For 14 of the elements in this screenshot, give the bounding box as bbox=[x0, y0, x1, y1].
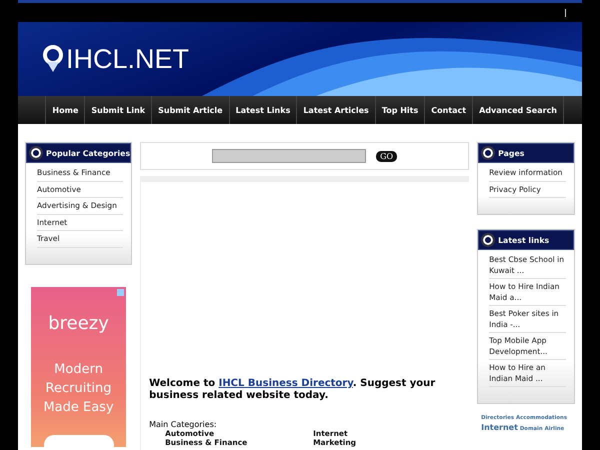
search-field[interactable] bbox=[212, 149, 366, 163]
ring-icon bbox=[483, 148, 494, 158]
directory-link[interactable]: IHCL Business Directory bbox=[218, 378, 353, 389]
ad-brand: breezy bbox=[48, 312, 109, 334]
site-logo[interactable]: IHCL.NET bbox=[66, 44, 190, 74]
welcome-text: Welcome to IHCL Business Directory. Suggest your business related website today. bbox=[149, 378, 436, 402]
tag-link[interactable]: Internet bbox=[481, 423, 518, 432]
ring-icon bbox=[483, 235, 494, 245]
phone-drawing bbox=[44, 434, 114, 446]
go-button[interactable]: GO bbox=[376, 150, 398, 162]
main-categories-label: Main Categories: bbox=[149, 420, 218, 430]
location-pin-icon bbox=[42, 44, 64, 74]
ring-icon bbox=[31, 148, 41, 158]
ad-headline: Modern Recruiting Made Easy bbox=[42, 360, 115, 416]
